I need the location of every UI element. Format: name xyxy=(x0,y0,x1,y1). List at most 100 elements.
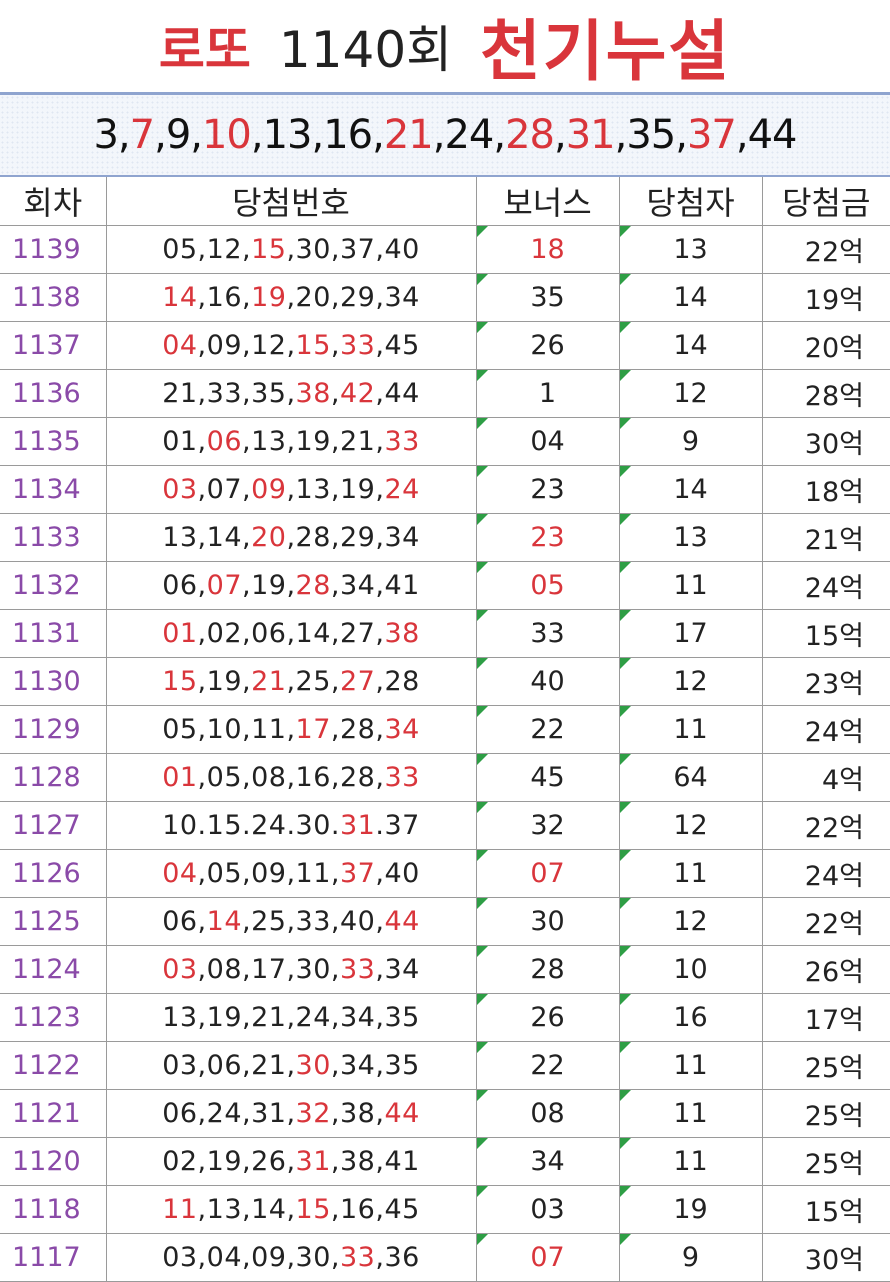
winning-number: 13 xyxy=(251,426,287,457)
comment-flag-icon xyxy=(476,706,488,717)
prize-cell: 24억 xyxy=(761,561,890,610)
winning-number: 30 xyxy=(295,954,331,985)
comment-flag-icon xyxy=(619,1234,631,1245)
number-separator: , xyxy=(242,906,252,937)
comment-flag-icon xyxy=(476,1090,488,1101)
round-cell: 1132 xyxy=(0,561,107,610)
prize-cell: 4억 xyxy=(761,753,890,802)
winning-number: 28 xyxy=(295,570,331,601)
prediction-number: 3 xyxy=(93,112,118,158)
winners-count: 14 xyxy=(673,330,708,361)
winning-number: 06 xyxy=(162,570,198,601)
bonus-number: 26 xyxy=(530,1002,565,1033)
prize-cell: 21억 xyxy=(761,513,890,562)
winning-number: 40 xyxy=(384,234,420,265)
winners-count: 13 xyxy=(673,234,708,265)
comment-flag-icon xyxy=(476,1042,488,1053)
number-separator: , xyxy=(242,666,252,697)
winning-number: 31 xyxy=(251,1098,287,1129)
bonus-number: 32 xyxy=(530,810,565,841)
winning-number: 14 xyxy=(206,522,242,553)
winning-number: 09 xyxy=(251,1242,287,1273)
winning-number: 06 xyxy=(206,1050,242,1081)
number-separator: , xyxy=(286,858,296,889)
winners-count: 19 xyxy=(673,1194,708,1225)
comment-flag-icon xyxy=(619,418,631,429)
bonus-cell: 04 xyxy=(475,417,620,466)
winning-number: 21 xyxy=(340,426,376,457)
winning-number: 28 xyxy=(295,522,331,553)
table-row: 1134 03,07,09,13,19,24 23 14 18억 xyxy=(0,465,890,514)
winners-count: 12 xyxy=(673,378,708,409)
number-separator: , xyxy=(330,1242,340,1273)
table-header: 회차 당첨번호 보너스 당첨자 당첨금 xyxy=(0,177,890,226)
round-cell: 1123 xyxy=(0,993,107,1042)
number-separator: , xyxy=(330,426,340,457)
bonus-number: 35 xyxy=(530,282,565,313)
winning-number: 26 xyxy=(251,1146,287,1177)
winning-numbers-cell: 13,19,21,24,34,35 xyxy=(105,993,477,1042)
bonus-number: 1 xyxy=(538,378,557,409)
winners-cell: 11 xyxy=(618,1137,763,1186)
prediction-separator: , xyxy=(190,112,203,158)
winning-number: 15 xyxy=(295,1194,331,1225)
number-separator: , xyxy=(242,474,252,505)
number-separator: , xyxy=(330,1098,340,1129)
number-separator: , xyxy=(286,954,296,985)
number-separator: , xyxy=(242,1146,252,1177)
winning-number: 14 xyxy=(162,282,198,313)
prediction-number: 7 xyxy=(129,112,155,158)
table-row: 1118 11,13,14,15,16,45 03 19 15억 xyxy=(0,1185,890,1234)
winners-count: 10 xyxy=(673,954,708,985)
winners-cell: 11 xyxy=(618,1041,763,1090)
round-cell: 1139 xyxy=(0,225,107,274)
winning-number: 27 xyxy=(340,618,376,649)
winners-cell: 13 xyxy=(618,225,763,274)
number-separator: , xyxy=(286,1194,296,1225)
comment-flag-icon xyxy=(476,946,488,957)
round-cell: 1129 xyxy=(0,705,107,754)
bonus-cell: 23 xyxy=(475,465,620,514)
winners-cell: 14 xyxy=(618,465,763,514)
winning-number: 05 xyxy=(162,234,198,265)
prediction-separator: , xyxy=(311,112,325,158)
number-separator: , xyxy=(242,426,252,457)
comment-flag-icon xyxy=(619,706,631,717)
comment-flag-icon xyxy=(619,562,631,573)
winning-number: 16 xyxy=(206,282,242,313)
number-separator: , xyxy=(286,906,296,937)
winning-number: 33 xyxy=(340,1242,376,1273)
prize-cell: 30억 xyxy=(761,417,890,466)
winning-number: 09 xyxy=(251,474,287,505)
prediction-number: 31 xyxy=(565,112,616,158)
number-separator: , xyxy=(242,858,252,889)
table-row: 1139 05,12,15,30,37,40 18 13 22억 xyxy=(0,225,890,274)
winning-number: 05 xyxy=(206,858,242,889)
number-separator: , xyxy=(197,570,207,601)
table-row: 1126 04,05,09,11,37,40 07 11 24억 xyxy=(0,849,890,898)
table-row: 1131 01,02,06,14,27,38 33 17 15억 xyxy=(0,609,890,658)
winning-number: 01 xyxy=(162,618,198,649)
history-table: 회차 당첨번호 보너스 당첨자 당첨금 1139 05,12,15,30,37,4… xyxy=(0,177,890,1282)
winning-number: 19 xyxy=(206,1002,242,1033)
winning-number: 28 xyxy=(384,666,420,697)
winning-number: 12 xyxy=(251,330,287,361)
winning-number: 09 xyxy=(206,330,242,361)
winners-count: 11 xyxy=(673,570,708,601)
winning-number: 32 xyxy=(295,1098,331,1129)
winning-number: 11 xyxy=(162,1194,198,1225)
comment-flag-icon xyxy=(476,802,488,813)
bonus-number: 26 xyxy=(530,330,565,361)
winning-number: 33 xyxy=(206,378,242,409)
winning-number: 34 xyxy=(384,282,420,313)
comment-flag-icon xyxy=(619,1138,631,1149)
winning-number: 20 xyxy=(251,522,287,553)
bonus-number: 18 xyxy=(530,234,565,265)
round-cell: 1137 xyxy=(0,321,107,370)
winning-number: 19 xyxy=(340,474,376,505)
winners-cell: 11 xyxy=(618,1089,763,1138)
prize-cell: 18억 xyxy=(761,465,890,514)
bonus-cell: 18 xyxy=(475,225,620,274)
number-separator: , xyxy=(242,234,252,265)
winning-number: 35 xyxy=(384,1050,420,1081)
